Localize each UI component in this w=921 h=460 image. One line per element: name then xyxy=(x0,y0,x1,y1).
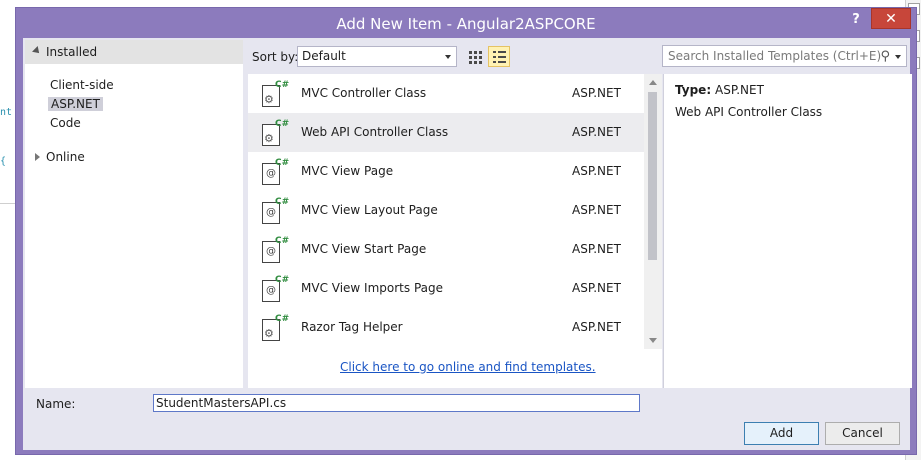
template-row[interactable]: ⚙ C# Web API Controller Class ASP.NET xyxy=(248,113,644,152)
background-editor: nt { xyxy=(0,0,16,460)
add-new-item-dialog: Add New Item - Angular2ASPCORE ? ✕ Insta… xyxy=(15,7,917,455)
help-button[interactable]: ? xyxy=(848,12,864,30)
template-tag: ASP.NET xyxy=(572,242,621,256)
template-name: Razor Tag Helper xyxy=(301,320,403,334)
template-name: MVC View Layout Page xyxy=(301,203,438,217)
template-tag: ASP.NET xyxy=(572,203,621,217)
view-template-icon: @ C# xyxy=(261,236,289,264)
controller-template-icon: ⚙ C# xyxy=(262,314,290,341)
dialog-title: Add New Item - Angular2ASPCORE xyxy=(336,15,596,33)
sort-by-label: Sort by: xyxy=(252,50,299,64)
dialog-client-area: Installed Client-side ASP.NET Code Onlin… xyxy=(23,38,912,450)
tree-node-label: Installed xyxy=(46,45,98,59)
tree-item-aspnet[interactable]: ASP.NET xyxy=(48,97,103,111)
template-row[interactable]: ⚙ C# Razor Tag Helper ASP.NET xyxy=(248,308,644,347)
editor-fragment: nt xyxy=(0,107,13,118)
template-name: MVC View Imports Page xyxy=(301,281,443,295)
controller-template-icon: ⚙ C# xyxy=(262,80,290,107)
template-tag: ASP.NET xyxy=(572,164,621,178)
search-icon[interactable]: ⚲ xyxy=(880,49,890,64)
scroll-up-arrow-icon[interactable] xyxy=(649,80,657,85)
scrollbar-thumb[interactable] xyxy=(648,92,657,260)
template-row[interactable]: ⚙ C# MVC Controller Class ASP.NET xyxy=(248,74,644,113)
dialog-titlebar[interactable]: Add New Item - Angular2ASPCORE ? ✕ xyxy=(16,8,916,38)
template-row[interactable]: @ C# MVC View Page ASP.NET xyxy=(248,152,644,191)
template-tag: ASP.NET xyxy=(572,86,621,100)
template-name: MVC Controller Class xyxy=(301,86,427,100)
template-row[interactable]: @ C# MVC View Layout Page ASP.NET xyxy=(248,191,644,230)
close-button[interactable]: ✕ xyxy=(871,8,911,29)
search-dropdown-icon[interactable] xyxy=(895,55,901,59)
template-list-scrollbar[interactable] xyxy=(644,74,662,349)
tree-node-installed[interactable]: Installed xyxy=(25,40,243,64)
template-details-panel: Type: ASP.NET Web API Controller Class xyxy=(663,74,912,388)
template-description: Web API Controller Class xyxy=(675,105,823,119)
cancel-button[interactable]: Cancel xyxy=(825,422,900,445)
template-list: ⚙ C# MVC Controller Class ASP.NET ⚙ C# Web… xyxy=(248,74,662,349)
editor-divider xyxy=(0,203,16,204)
name-input[interactable]: StudentMastersAPI.cs xyxy=(153,394,640,412)
template-row[interactable]: @ C# MVC View Start Page ASP.NET xyxy=(248,230,644,269)
expand-arrow-icon[interactable] xyxy=(32,46,42,56)
template-name: MVC View Start Page xyxy=(301,242,427,256)
scroll-down-arrow-icon[interactable] xyxy=(649,338,657,343)
type-label: Type: xyxy=(675,83,712,97)
template-tag: ASP.NET xyxy=(572,125,621,139)
tree-item-code[interactable]: Code xyxy=(50,116,81,130)
sort-dropdown[interactable]: Default xyxy=(297,46,457,67)
template-tag: ASP.NET xyxy=(572,281,621,295)
category-tree: Installed Client-side ASP.NET Code Onlin… xyxy=(25,40,243,388)
template-tag: ASP.NET xyxy=(572,320,621,334)
collapse-arrow-icon[interactable] xyxy=(35,153,40,161)
sort-dropdown-value: Default xyxy=(302,49,346,63)
view-template-icon: @ C# xyxy=(261,158,289,186)
editor-fragment: { xyxy=(0,156,7,167)
template-name: Web API Controller Class xyxy=(301,125,449,139)
list-view-icon[interactable] xyxy=(488,46,510,67)
tree-node-online[interactable]: Online xyxy=(46,150,85,164)
view-template-icon: @ C# xyxy=(261,275,289,303)
name-label: Name: xyxy=(36,397,76,411)
tree-item-client-side[interactable]: Client-side xyxy=(50,78,114,92)
online-link-area: Click here to go online and find templat… xyxy=(248,349,662,388)
view-template-icon: @ C# xyxy=(261,197,289,225)
search-templates-input[interactable]: Search Installed Templates (Ctrl+E) ⚲ xyxy=(662,45,907,67)
small-icons-view-icon[interactable] xyxy=(465,46,487,67)
find-templates-online-link[interactable]: Click here to go online and find templat… xyxy=(340,360,596,374)
chevron-down-icon xyxy=(445,55,451,59)
search-placeholder: Search Installed Templates (Ctrl+E) xyxy=(668,49,882,63)
type-value: ASP.NET xyxy=(715,83,764,97)
template-name: MVC View Page xyxy=(301,164,394,178)
add-button[interactable]: Add xyxy=(744,422,819,445)
template-row[interactable]: @ C# MVC View Imports Page ASP.NET xyxy=(248,269,644,308)
controller-template-icon: ⚙ C# xyxy=(262,119,290,146)
